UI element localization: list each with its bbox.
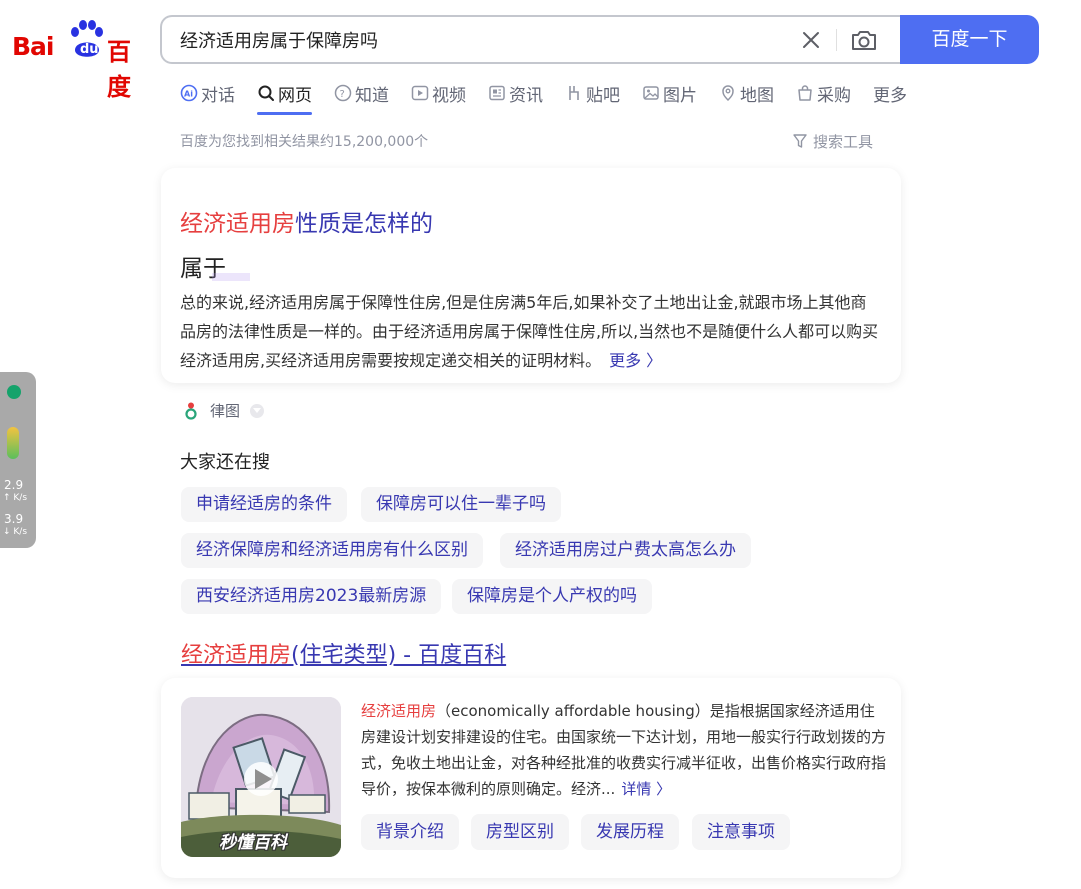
also-search-chip[interactable]: 经济适用房过户费太高怎么办 [500, 533, 751, 568]
answer-value: 属于 [180, 249, 250, 283]
logo-text-bai: Bai [12, 32, 54, 61]
download-speed: 3.9 [4, 512, 24, 526]
image-icon [643, 86, 659, 100]
source-name: 律图 [210, 402, 241, 420]
answer-title[interactable]: 经济适用房性质是怎样的 [180, 204, 433, 238]
tab-label: 贴吧 [586, 85, 620, 106]
logo-text-du: du [80, 42, 99, 57]
baidu-logo[interactable]: Bai du 百度 [12, 18, 142, 101]
play-icon [411, 85, 429, 101]
divider [836, 29, 837, 51]
tab-web[interactable]: 网页 [257, 80, 312, 115]
search-button[interactable]: 百度一下 [900, 15, 1039, 64]
status-dot [7, 385, 21, 399]
svg-text:Ai: Ai [184, 90, 193, 99]
tab-news[interactable]: 资讯 [488, 80, 543, 106]
tab-label: 更多 [873, 85, 907, 106]
more-link[interactable]: 更多 〉 [609, 351, 662, 370]
also-search-chip[interactable]: 保障房是个人产权的吗 [452, 579, 652, 614]
tab-label: 对话 [201, 85, 235, 106]
tab-more[interactable]: 更多 [873, 80, 907, 106]
tab-label: 地图 [740, 85, 774, 106]
tab-images[interactable]: 图片 [642, 80, 697, 106]
chevron-down-icon[interactable] [250, 403, 265, 418]
camera-icon[interactable] [850, 28, 878, 52]
answer-title-highlight: 经济适用房 [180, 211, 295, 237]
tab-map[interactable]: 地图 [719, 80, 774, 106]
also-search-chip[interactable]: 经济保障房和经济适用房有什么区别 [181, 533, 483, 568]
upload-speed: 2.9 [4, 478, 24, 492]
baike-result-title[interactable]: 经济适用房(住宅类型) - 百度百科 [181, 637, 506, 669]
tab-zhidao[interactable]: ? 知道 [334, 80, 389, 106]
search-tabs: Ai 对话 网页 ? 知道 视频 资讯 贴吧 图片 地图 采购 更多 [180, 80, 929, 116]
map-icon [722, 85, 734, 102]
search-tools-button[interactable]: 搜索工具 [793, 131, 873, 152]
news-icon [489, 85, 505, 101]
answer-title-rest: 性质是怎样的 [295, 211, 433, 237]
baike-section-link[interactable]: 注意事项 [692, 814, 790, 850]
ai-chat-icon: Ai [180, 84, 198, 102]
also-search-chip[interactable]: 保障房可以住一辈子吗 [361, 487, 561, 522]
answer-body: 总的来说,经济适用房属于保障性住房,但是住房满5年后,如果补交了土地出让金,就跟… [180, 293, 879, 370]
baike-summary: 经济适用房（economically affordable housing）是指… [361, 698, 886, 802]
answer-card: 经济适用房性质是怎样的 属于 总的来说,经济适用房属于保障性住房,但是住房满5年… [161, 168, 901, 383]
tab-label: 资讯 [509, 85, 543, 106]
tab-tieba[interactable]: 贴吧 [565, 80, 620, 106]
tab-shopping[interactable]: 采购 [796, 80, 851, 106]
also-search-chip[interactable]: 西安经济适用房2023最新房源 [181, 579, 442, 614]
tab-label: 采购 [817, 85, 851, 106]
tab-video[interactable]: 视频 [411, 80, 466, 106]
lvtu-source-icon [185, 402, 197, 420]
tab-label: 网页 [278, 85, 312, 106]
details-link[interactable]: 详情 〉 [621, 780, 671, 798]
tieba-icon [569, 86, 579, 100]
upload-unit: ↑ K/s [3, 493, 28, 503]
also-search-title: 大家还在搜 [180, 452, 270, 473]
search-box [160, 15, 900, 64]
baike-title-rest: (住宅类型) - 百度百科 [291, 643, 507, 668]
tab-label: 图片 [663, 85, 697, 106]
question-icon: ? [334, 84, 352, 102]
search-icon [258, 85, 274, 101]
thumbnail-caption: 秒懂百科 [219, 833, 287, 853]
network-speed-widget[interactable]: 2.9 ↑ K/s 3.9 ↓ K/s [0, 372, 36, 548]
search-tools-label: 搜索工具 [813, 133, 874, 151]
baike-section-link[interactable]: 房型区别 [471, 814, 569, 850]
answer-source[interactable]: 律图 [184, 400, 265, 421]
filter-icon [793, 134, 807, 148]
shop-icon [798, 85, 812, 101]
clear-icon[interactable] [799, 28, 823, 52]
search-input[interactable] [180, 29, 760, 50]
tab-chat[interactable]: Ai 对话 [180, 80, 235, 106]
download-unit: ↓ K/s [3, 527, 28, 537]
svg-text:?: ? [340, 89, 345, 100]
tab-label: 视频 [432, 85, 466, 106]
answer-text: 总的来说,经济适用房属于保障性住房,但是住房满5年后,如果补交了土地出让金,就跟… [180, 288, 882, 375]
result-count: 百度为您找到相关结果约15,200,000个 [180, 134, 429, 150]
baike-card: 秒懂百科 经济适用房（economically affordable housi… [161, 678, 901, 878]
baike-title-highlight: 经济适用房 [181, 643, 292, 668]
baike-section-link[interactable]: 发展历程 [581, 814, 679, 850]
logo-text-cn: 百度 [107, 38, 131, 101]
usage-bar [7, 427, 19, 459]
baike-summary-highlight: 经济适用房 [361, 702, 437, 720]
baike-section-link[interactable]: 背景介绍 [361, 814, 459, 850]
also-search-chip[interactable]: 申请经适房的条件 [181, 487, 347, 522]
tab-label: 知道 [355, 85, 389, 106]
video-thumbnail[interactable]: 秒懂百科 [181, 697, 341, 857]
